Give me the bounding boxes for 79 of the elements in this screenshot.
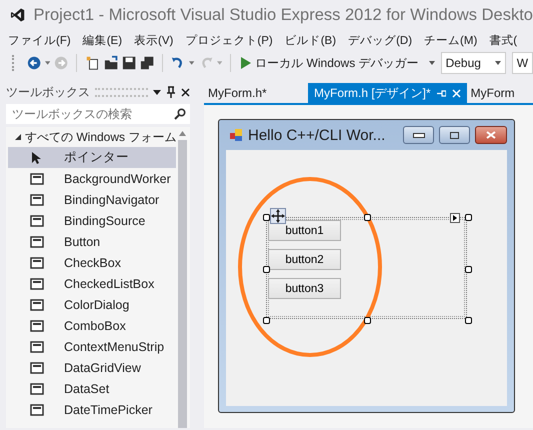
expand-triangle-icon bbox=[15, 134, 21, 140]
form-title: Hello C++/CLI Wor... bbox=[248, 126, 386, 144]
category-header[interactable]: すべての Windows フォーム bbox=[6, 127, 176, 147]
control-icon bbox=[30, 382, 44, 396]
pin-icon[interactable] bbox=[166, 86, 176, 98]
close-button[interactable] bbox=[475, 126, 507, 144]
window-title: Project1 - Microsoft Visual Studio Express 2012 for Windows Deskto bbox=[34, 6, 533, 24]
menu-item[interactable]: プロジェクト(P) bbox=[185, 32, 273, 48]
resize-handle[interactable] bbox=[465, 266, 472, 272]
control-icon bbox=[30, 402, 44, 416]
document-tab[interactable]: MyForm.h* bbox=[204, 83, 308, 103]
control-icon bbox=[30, 318, 44, 332]
toolbox-item[interactable]: Button bbox=[8, 231, 176, 252]
toolbox-item[interactable]: CheckedListBox bbox=[8, 273, 176, 294]
resize-handle[interactable] bbox=[364, 214, 371, 221]
menu-item[interactable]: 表示(V) bbox=[134, 32, 174, 48]
toolbox-item[interactable]: ComboBox bbox=[8, 315, 176, 336]
save-icon[interactable] bbox=[122, 55, 136, 71]
close-icon[interactable] bbox=[181, 88, 190, 96]
panel-grip[interactable] bbox=[95, 88, 148, 96]
resize-handle[interactable] bbox=[364, 317, 371, 324]
control-icon bbox=[30, 276, 44, 290]
control-icon bbox=[30, 172, 44, 186]
control-icon bbox=[30, 234, 44, 248]
caret-icon bbox=[216, 61, 222, 65]
folder-icon[interactable] bbox=[104, 55, 118, 71]
toolbox-item[interactable]: ポインター bbox=[8, 147, 176, 168]
toolbox-item[interactable]: BackgroundWorker bbox=[8, 168, 176, 189]
menu-item[interactable]: ファイル(F) bbox=[8, 32, 71, 48]
toolbox-item[interactable]: DataGridView bbox=[8, 357, 176, 378]
smart-tag-icon[interactable] bbox=[450, 213, 460, 223]
control-icon bbox=[30, 298, 44, 312]
document-tab[interactable]: MyForm bbox=[466, 83, 533, 103]
minimize-button[interactable] bbox=[403, 126, 434, 144]
menu-item[interactable]: ビルド(B) bbox=[284, 32, 336, 48]
menu-item[interactable]: デバッグ(D) bbox=[348, 32, 412, 48]
control-icon bbox=[30, 340, 44, 354]
form-button[interactable]: button3 bbox=[268, 278, 341, 299]
caret-icon bbox=[494, 61, 501, 65]
control-icon bbox=[30, 360, 44, 374]
maximize-button[interactable] bbox=[439, 126, 470, 144]
search-icon bbox=[174, 108, 186, 120]
play-icon bbox=[241, 57, 252, 69]
new-item-icon[interactable] bbox=[85, 55, 100, 71]
back-icon[interactable] bbox=[26, 55, 41, 71]
toolbox-item[interactable]: BindingNavigator bbox=[8, 189, 176, 210]
toolbox-item[interactable]: DataSet bbox=[8, 378, 176, 399]
menu-item[interactable]: 編集(E) bbox=[82, 32, 122, 48]
resize-handle[interactable] bbox=[465, 317, 472, 324]
toolbar-grip[interactable] bbox=[12, 55, 17, 71]
resize-handle[interactable] bbox=[263, 214, 270, 221]
move-handle-icon[interactable] bbox=[270, 208, 286, 224]
toolbox-item[interactable]: CheckBox bbox=[8, 252, 176, 273]
save-all-icon[interactable] bbox=[140, 55, 154, 71]
resize-handle[interactable] bbox=[263, 266, 270, 272]
toolbox-item[interactable]: ContextMenuStrip bbox=[8, 336, 176, 357]
panel-title: ツールボックス bbox=[6, 84, 90, 100]
control-icon bbox=[30, 192, 44, 206]
forward-icon bbox=[54, 55, 68, 71]
control-icon bbox=[30, 214, 44, 228]
start-debugging-button[interactable]: ローカル Windows デバッガー bbox=[239, 54, 437, 72]
search-field[interactable]: ツールボックスの検索 bbox=[6, 104, 190, 124]
platform-dropdown[interactable]: W bbox=[512, 52, 533, 74]
control-icon bbox=[30, 256, 44, 270]
menu-item[interactable]: 書式( bbox=[489, 32, 518, 48]
caret-icon[interactable] bbox=[153, 90, 161, 94]
resize-handle[interactable] bbox=[263, 317, 270, 324]
toolbox-item[interactable]: DateTimePicker bbox=[8, 399, 176, 420]
close-icon bbox=[486, 131, 496, 139]
configuration-dropdown[interactable]: Debug bbox=[440, 52, 506, 74]
caret-icon bbox=[428, 61, 435, 65]
form-button[interactable]: button1 bbox=[268, 220, 341, 241]
scroll-up-icon[interactable] bbox=[178, 131, 186, 136]
resize-handle[interactable] bbox=[465, 214, 472, 221]
toolbox-item[interactable]: BindingSource bbox=[8, 210, 176, 231]
menu-item[interactable]: チーム(M) bbox=[424, 32, 478, 48]
toolbox-item[interactable]: ColorDialog bbox=[8, 294, 176, 315]
form-button[interactable]: button2 bbox=[268, 249, 341, 270]
form-icon bbox=[229, 128, 243, 142]
